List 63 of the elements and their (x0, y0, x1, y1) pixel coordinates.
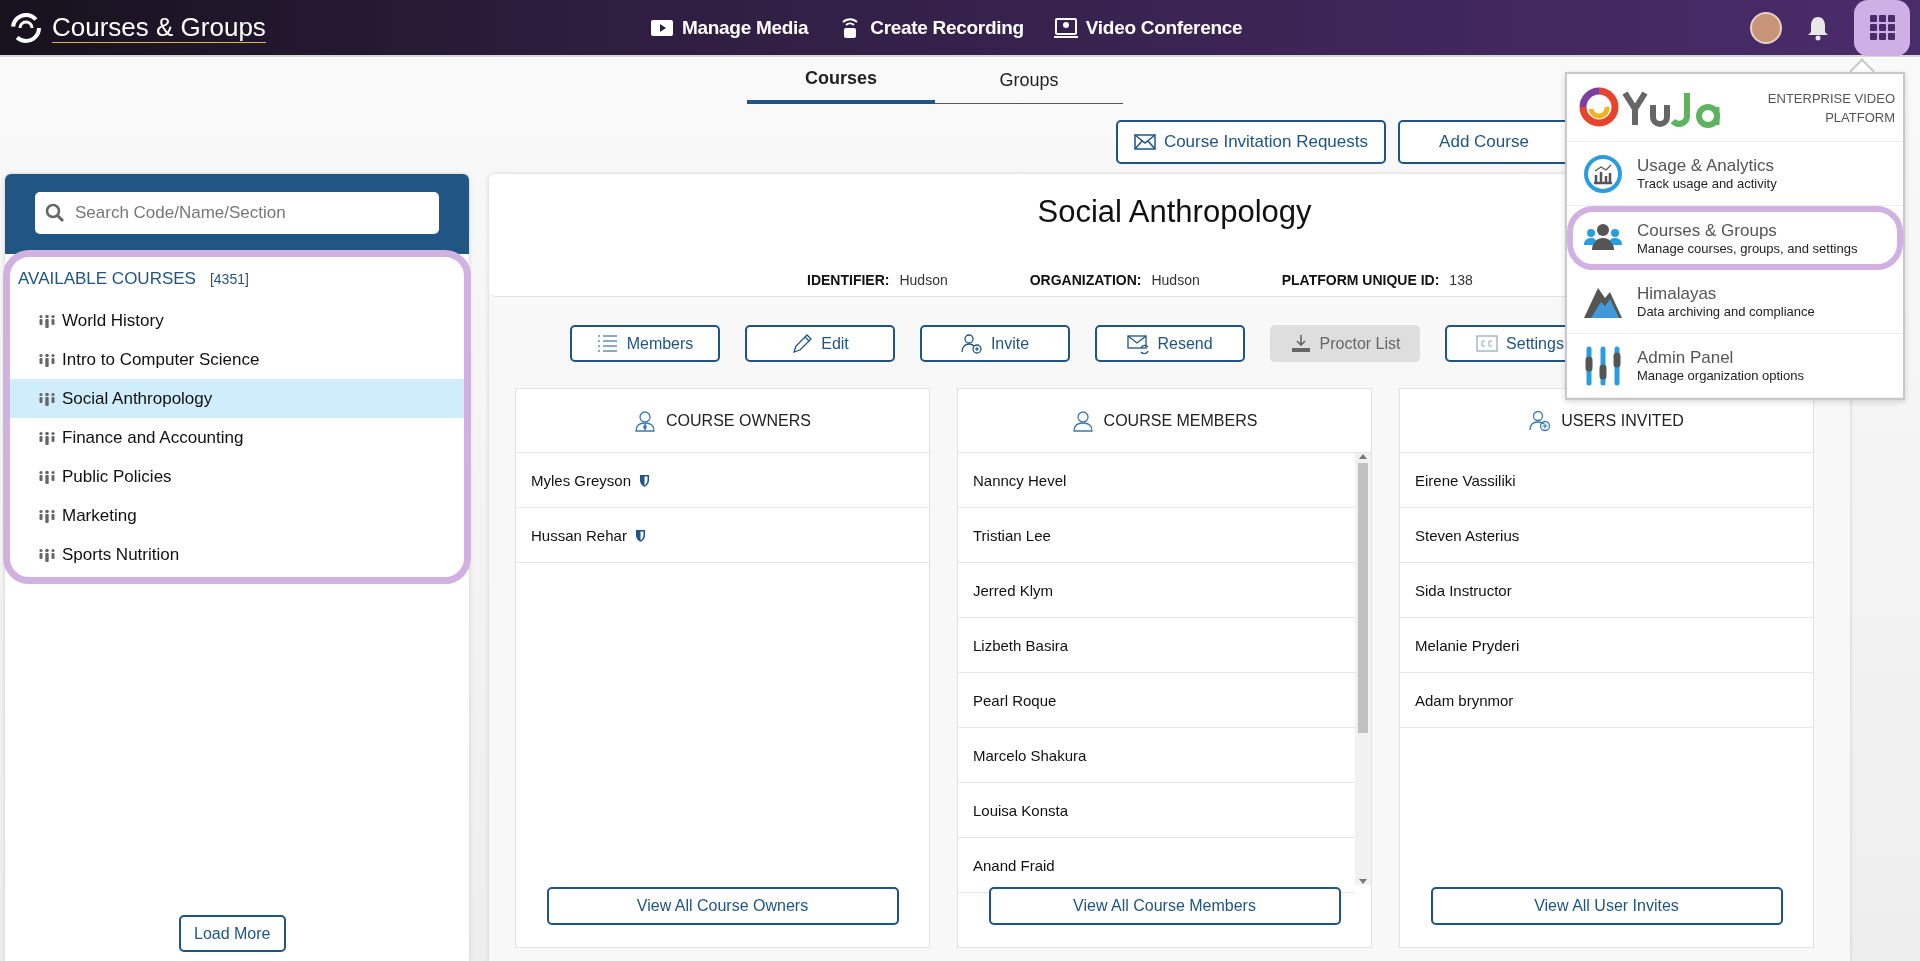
menu-item-subtitle: Track usage and activity (1637, 176, 1777, 191)
person-name: Sida Instructor (1415, 581, 1512, 599)
platform-tagline: ENTERPRISE VIDEO PLATFORM (1766, 89, 1895, 127)
course-list-item[interactable]: Public Policies (10, 457, 464, 496)
view-all-button[interactable]: View All Course Members (988, 887, 1341, 925)
section-heading: AVAILABLE COURSES (18, 269, 196, 289)
person-name: Melanie Pryderi (1415, 636, 1520, 654)
course-list-item[interactable]: Sports Nutrition (10, 535, 464, 574)
course-list-item[interactable]: Intro to Computer Science (10, 340, 464, 379)
field-value: Hudson (1151, 272, 1200, 288)
menu-item[interactable]: Courses & Groups Manage courses, groups, and settings (1567, 206, 1903, 270)
view-all-button[interactable]: View All User Invites (1430, 887, 1783, 925)
list-card-title: COURSE MEMBERS (1103, 411, 1258, 430)
view-all-button[interactable]: View All Course Owners (546, 887, 899, 925)
nav-link[interactable]: Manage Media (650, 15, 809, 40)
field-label: ORGANIZATION: (1029, 272, 1142, 288)
action-button[interactable]: Members (570, 325, 720, 362)
person-name: Pearl Roque (973, 691, 1057, 709)
person-name: Tristian Lee (973, 526, 1051, 544)
person-name: Jerred Klym (973, 581, 1054, 599)
course-list-item[interactable]: Marketing (10, 496, 464, 535)
person-name: Anand Fraid (973, 856, 1055, 874)
course-title: Social Anthropology (1036, 194, 1312, 230)
action-button[interactable]: Invite (920, 325, 1070, 362)
action-button[interactable]: Edit (745, 325, 895, 362)
menu-item[interactable]: Himalayas Data archiving and compliance (1567, 270, 1903, 334)
field-label: IDENTIFIER: (807, 272, 890, 288)
menu-item-title: Himalayas (1637, 284, 1718, 304)
menu-item-title: Courses & Groups (1637, 220, 1778, 241)
field-label: PLATFORM UNIQUE ID: (1281, 272, 1440, 288)
menu-item[interactable]: Admin Panel Manage organization options (1567, 334, 1903, 398)
tab[interactable]: Courses (747, 66, 935, 104)
page-title: Courses & Groups (52, 12, 266, 43)
action-button[interactable]: Resend (1095, 325, 1245, 362)
nav-link[interactable]: Video Conference (1053, 15, 1243, 40)
nav-link[interactable]: Create Recording (838, 15, 1024, 40)
menu-item-title: Admin Panel (1637, 348, 1735, 368)
field-value: 138 (1449, 272, 1473, 288)
course-count: [4351] (209, 271, 249, 287)
menu-item-subtitle: Manage courses, groups, and settings (1637, 240, 1858, 256)
menu-item-subtitle: Manage organization options (1637, 368, 1804, 383)
person-name: Nanncy Hevel (973, 471, 1067, 489)
course-list-item[interactable]: Finance and Accounting (10, 418, 464, 457)
person-name: Myles Greyson (531, 471, 632, 489)
load-more-button[interactable]: Load More (179, 915, 286, 952)
action-button[interactable]: Course Invitation Requests (1115, 120, 1386, 164)
menu-item-subtitle: Data archiving and compliance (1637, 304, 1815, 319)
person-name: Steven Asterius (1415, 526, 1520, 544)
person-name: Lizbeth Basira (973, 636, 1069, 654)
course-list-item[interactable]: Social Anthropology (10, 379, 464, 418)
menu-item-title: Usage & Analytics (1637, 156, 1775, 176)
person-name: Louisa Konsta (973, 801, 1069, 819)
tab[interactable]: Groups (935, 66, 1123, 104)
list-card-title: COURSE OWNERS (666, 411, 811, 430)
field-value: Hudson (899, 272, 948, 288)
person-name: Eirene Vassiliki (1415, 471, 1516, 489)
search-field[interactable]: Search Code/Name/Section (35, 192, 439, 234)
menu-item[interactable]: Usage & Analytics Track usage and activity (1567, 142, 1903, 206)
person-name: Marcelo Shakura (973, 746, 1087, 764)
person-name: Hussan Rehar (531, 526, 627, 544)
list-card-title: USERS INVITED (1561, 411, 1684, 430)
person-name: Adam brynmor (1415, 691, 1514, 709)
course-list-item[interactable]: World History (10, 301, 464, 340)
